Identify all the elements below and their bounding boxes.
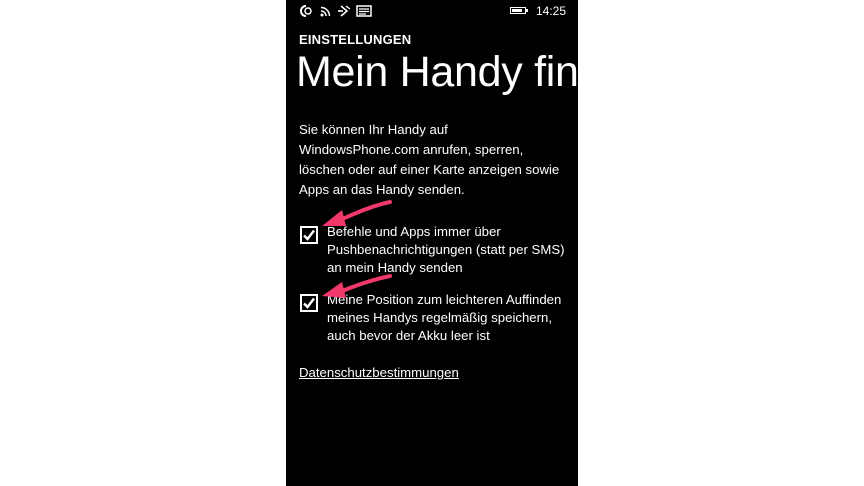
battery-icon: [510, 7, 528, 14]
push-commands-checkbox[interactable]: [300, 226, 318, 244]
privacy-link[interactable]: Datenschutzbestimmungen: [299, 365, 459, 380]
checkmark-icon: [303, 229, 315, 241]
status-time: 14:25: [536, 4, 567, 18]
checkmark-icon: [303, 297, 315, 309]
phone-screen: 14:25 EINSTELLUNGEN Mein Handy finden Si…: [286, 0, 578, 486]
intro-text: Sie können Ihr Handy auf WindowsPhone.co…: [299, 122, 560, 197]
nfc-icon: [300, 5, 312, 17]
status-bar: 14:25: [286, 0, 578, 22]
app-title: EINSTELLUNGEN: [299, 32, 412, 47]
push-commands-label: Befehle und Apps immer über Pushbenachri…: [327, 224, 565, 275]
wifi-icon: [320, 6, 331, 17]
signal-icon: [338, 5, 351, 17]
page-title: Mein Handy finden: [296, 48, 578, 96]
message-icon: [356, 5, 372, 17]
save-position-label: Meine Position zum leichteren Auffinden …: [327, 292, 562, 343]
save-position-checkbox[interactable]: [300, 294, 318, 312]
